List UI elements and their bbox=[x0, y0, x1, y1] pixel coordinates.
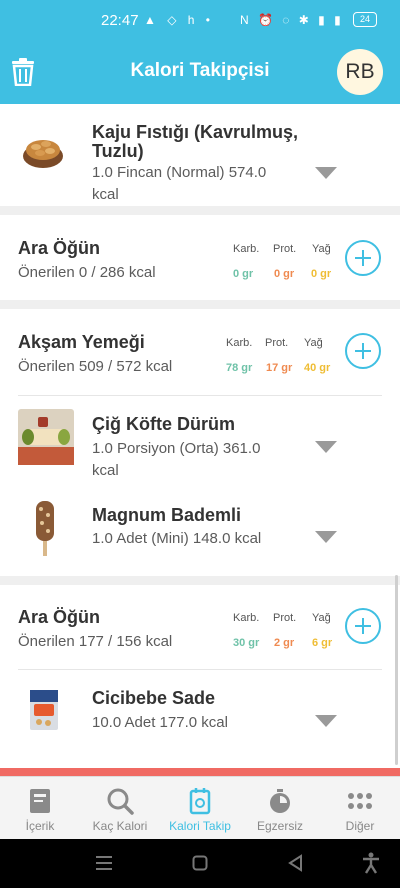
app-bar: Kalori Takipçisi RB bbox=[0, 40, 400, 104]
nav-other[interactable]: Diğer bbox=[320, 777, 400, 840]
meal-card-dinner: Akşam Yemeği Önerilen 509 / 572 kcal Kar… bbox=[0, 309, 400, 576]
status-time: 22:47 bbox=[101, 12, 139, 29]
nav-label: Egzersiz bbox=[256, 819, 303, 833]
stopwatch-icon bbox=[270, 789, 290, 813]
biscuit-pack-image bbox=[30, 690, 58, 730]
fat-value: 6 gr bbox=[312, 637, 333, 649]
nav-calorie-search[interactable]: Kaç Kalori bbox=[80, 777, 160, 840]
expand-caret-icon[interactable] bbox=[315, 715, 337, 727]
carb-label: Karb. bbox=[233, 612, 260, 624]
status-bar: 22:47 ▲ ◇ h • N ⏰ ◌ ✱ ▮ ▮ 24 bbox=[0, 0, 400, 40]
home-icon[interactable] bbox=[192, 855, 208, 871]
back-icon[interactable] bbox=[287, 854, 303, 872]
menu-icon[interactable] bbox=[95, 855, 113, 871]
bottom-nav: İçerik Kaç Kalori Kalori Takip Egzersiz … bbox=[0, 776, 400, 839]
meal-title: Ara Öğün bbox=[18, 607, 101, 627]
fat-label: Yağ bbox=[312, 612, 331, 624]
add-food-button[interactable] bbox=[345, 608, 381, 644]
fat-value: 40 gr bbox=[304, 362, 331, 374]
prot-label: Prot. bbox=[273, 243, 297, 255]
divider bbox=[18, 669, 382, 670]
food-name: Çiğ Köfte Dürüm bbox=[92, 414, 235, 434]
carb-label: Karb. bbox=[226, 337, 253, 349]
meal-subtitle: Önerilen 0 / 286 kcal bbox=[18, 264, 156, 281]
prot-value: 2 gr bbox=[274, 637, 295, 649]
book-icon bbox=[30, 789, 50, 813]
nav-exercise[interactable]: Egzersiz bbox=[240, 777, 320, 840]
food-item-kaju[interactable]: Kaju Fıstığı (Kavrulmuş, Tuzlu) 1.0 Finc… bbox=[0, 104, 400, 206]
status-notification-icons: ▲ ◇ h • bbox=[144, 13, 214, 27]
expand-caret-icon[interactable] bbox=[315, 441, 337, 453]
meal-card-snack-2: Ara Öğün Önerilen 177 / 156 kcal Karb. P… bbox=[0, 585, 400, 768]
food-desc-line1: 1.0 Fincan (Normal) 574.0 bbox=[92, 164, 267, 181]
search-icon bbox=[107, 788, 134, 815]
food-name-line1: Kaju Fıstığı (Kavrulmuş, bbox=[92, 122, 299, 142]
food-desc-line2: kcal bbox=[92, 462, 119, 479]
cig-kofte-wrap-image bbox=[18, 409, 74, 465]
carb-value: 0 gr bbox=[233, 268, 254, 280]
scrollbar[interactable] bbox=[395, 575, 398, 765]
notebook-icon bbox=[189, 788, 211, 815]
food-desc-line1: 1.0 Porsiyon (Orta) 361.0 bbox=[92, 440, 261, 457]
expand-caret-icon[interactable] bbox=[315, 531, 337, 543]
nav-label: Kalori Takip bbox=[169, 819, 231, 833]
battery-icon: 24 bbox=[353, 12, 377, 27]
nav-label: Diğer bbox=[345, 819, 375, 833]
ice-cream-bar-image bbox=[36, 501, 54, 556]
food-name-line2: Tuzlu) bbox=[92, 141, 144, 161]
accessibility-icon[interactable] bbox=[362, 852, 380, 874]
add-food-button[interactable] bbox=[345, 333, 381, 369]
meal-card-snack-1: Ara Öğün Önerilen 0 / 286 kcal Karb. Pro… bbox=[0, 215, 400, 300]
food-desc-line2: kcal bbox=[92, 186, 119, 203]
nav-calorie-tracker[interactable]: Kalori Takip bbox=[160, 777, 240, 840]
food-name: Magnum Bademli bbox=[92, 505, 242, 525]
prot-label: Prot. bbox=[265, 337, 289, 349]
fat-value: 0 gr bbox=[311, 268, 332, 280]
prot-label: Prot. bbox=[273, 612, 297, 624]
carb-label: Karb. bbox=[233, 243, 260, 255]
add-food-button[interactable] bbox=[345, 240, 381, 276]
expand-caret-icon[interactable] bbox=[315, 167, 337, 179]
carb-value: 30 gr bbox=[233, 637, 260, 649]
divider bbox=[18, 395, 382, 396]
fat-label: Yağ bbox=[304, 337, 323, 349]
prot-value: 17 gr bbox=[266, 362, 293, 374]
system-nav-bar bbox=[0, 839, 400, 888]
carb-value: 78 gr bbox=[226, 362, 253, 374]
fat-label: Yağ bbox=[312, 243, 331, 255]
food-desc-line1: 10.0 Adet 177.0 kcal bbox=[92, 714, 228, 731]
meal-title: Ara Öğün bbox=[18, 238, 101, 258]
bottom-accent-line bbox=[0, 768, 400, 776]
nav-label: İçerik bbox=[25, 819, 55, 833]
prot-value: 0 gr bbox=[274, 268, 295, 280]
avatar[interactable]: RB bbox=[337, 49, 383, 95]
cashew-bowl-image bbox=[23, 140, 63, 168]
nav-label: Kaç Kalori bbox=[92, 819, 148, 833]
meal-subtitle: Önerilen 509 / 572 kcal bbox=[18, 358, 173, 375]
more-grid-icon bbox=[348, 793, 372, 809]
status-system-icons: N ⏰ ◌ ✱ ▮ ▮ bbox=[240, 13, 344, 27]
meal-title: Akşam Yemeği bbox=[18, 332, 145, 352]
meal-subtitle: Önerilen 177 / 156 kcal bbox=[18, 633, 173, 650]
nav-content[interactable]: İçerik bbox=[0, 777, 80, 840]
food-desc-line1: 1.0 Adet (Mini) 148.0 kcal bbox=[92, 530, 262, 547]
food-name: Cicibebe Sade bbox=[92, 688, 216, 708]
